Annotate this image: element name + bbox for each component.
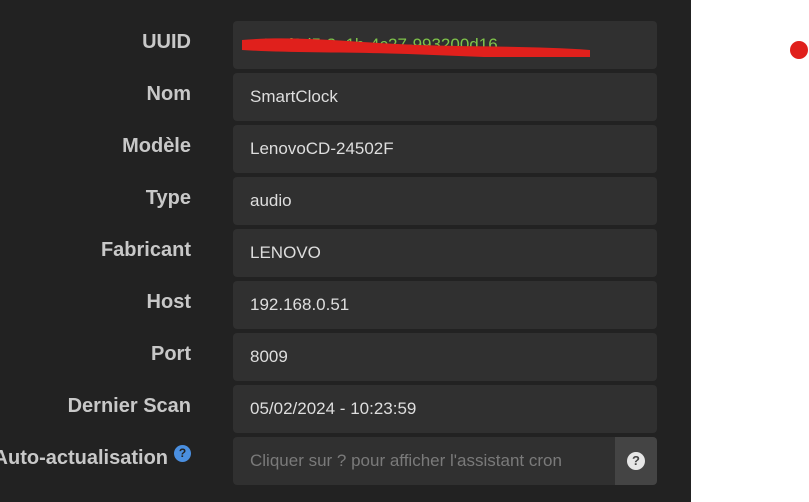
uuid-row: UUID e4e9f0d5-3a1b-4c27-993200d16 bbox=[0, 21, 691, 69]
auto-actualisation-placeholder: Cliquer sur ? pour afficher l'assistant … bbox=[250, 451, 562, 470]
nom-label: Nom bbox=[146, 83, 191, 105]
modele-label: Modèle bbox=[122, 135, 191, 157]
nom-row: Nom SmartClock bbox=[0, 73, 691, 121]
uuid-value: e4e9f0d5-3a1b-4c27-993200d16 bbox=[250, 35, 498, 54]
host-row: Host 192.168.0.51 bbox=[0, 281, 691, 329]
auto-actualisation-row: Auto-actualisation? Cliquer sur ? pour a… bbox=[0, 437, 691, 485]
question-circle-icon: ? bbox=[627, 452, 645, 470]
port-field[interactable]: 8009 bbox=[233, 333, 657, 381]
fabricant-label: Fabricant bbox=[100, 239, 191, 261]
type-label: Type bbox=[145, 187, 191, 209]
host-label: Host bbox=[146, 291, 191, 313]
cron-assistant-button[interactable]: ? bbox=[615, 437, 657, 485]
uuid-field[interactable]: e4e9f0d5-3a1b-4c27-993200d16 bbox=[233, 21, 657, 69]
question-circle-icon[interactable]: ? bbox=[174, 445, 191, 462]
device-config-panel: UUID e4e9f0d5-3a1b-4c27-993200d16 Nom Sm… bbox=[0, 0, 691, 502]
type-field[interactable]: audio bbox=[233, 177, 657, 225]
uuid-label: UUID bbox=[142, 31, 191, 53]
host-field[interactable]: 192.168.0.51 bbox=[233, 281, 657, 329]
type-row: Type audio bbox=[0, 177, 691, 225]
fabricant-field[interactable]: LENOVO bbox=[233, 229, 657, 277]
dernier-scan-label: Dernier Scan bbox=[67, 395, 191, 417]
dernier-scan-field[interactable]: 05/02/2024 - 10:23:59 bbox=[233, 385, 657, 433]
nom-field[interactable]: SmartClock bbox=[233, 73, 657, 121]
dernier-scan-row: Dernier Scan 05/02/2024 - 10:23:59 bbox=[0, 385, 691, 433]
modele-row: Modèle LenovoCD-24502F bbox=[0, 125, 691, 173]
port-row: Port 8009 bbox=[0, 333, 691, 381]
auto-actualisation-input[interactable]: Cliquer sur ? pour afficher l'assistant … bbox=[233, 437, 615, 485]
status-dot bbox=[790, 41, 808, 59]
modele-field[interactable]: LenovoCD-24502F bbox=[233, 125, 657, 173]
auto-actualisation-label: Auto-actualisation bbox=[0, 447, 168, 469]
port-label: Port bbox=[151, 343, 191, 365]
auto-actualisation-label-group: Auto-actualisation? bbox=[0, 437, 191, 485]
fabricant-row: Fabricant LENOVO bbox=[0, 229, 691, 277]
